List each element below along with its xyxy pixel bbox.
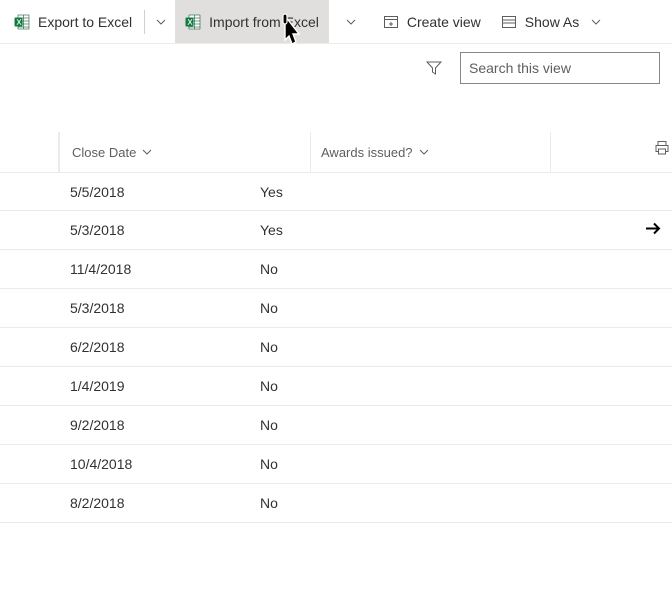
cell-close-date: 5/5/2018 [0,184,250,200]
export-label: Export to Excel [38,14,132,30]
column-headers: Close Date Awards issued? [0,132,672,172]
cell-close-date: 10/4/2018 [0,456,250,472]
chevron-down-icon [346,17,356,27]
open-record-arrow-icon[interactable] [644,220,662,241]
cell-awards-issued: Yes [250,222,490,238]
data-grid: Close Date Awards issued? 5/5/2018Yes5/3… [0,132,672,523]
cell-awards-issued: No [250,339,490,355]
table-row[interactable]: 1/4/2019No [0,367,672,406]
print-icon[interactable] [654,140,670,159]
cell-awards-issued: No [250,300,490,316]
search-input[interactable] [469,60,650,76]
import-dropdown-button[interactable] [337,0,365,43]
table-row[interactable]: 6/2/2018No [0,328,672,367]
export-dropdown-button[interactable] [147,0,175,43]
table-row[interactable]: 11/4/2018No [0,250,672,289]
create-view-icon [383,14,399,30]
show-as-label: Show As [525,14,579,30]
column-label: Close Date [72,145,136,160]
search-row [0,44,672,92]
import-label: Import from Excel [209,14,319,30]
cell-close-date: 6/2/2018 [0,339,250,355]
excel-icon [185,14,201,30]
cell-awards-issued: No [250,456,490,472]
table-row[interactable]: 10/4/2018No [0,445,672,484]
cell-close-date: 9/2/2018 [0,417,250,433]
chevron-down-icon [591,17,601,27]
cell-awards-issued: No [250,261,490,277]
command-bar: Export to Excel Import from Excel Create [0,0,672,44]
row-selector-header [0,132,59,172]
grid-body: 5/5/2018Yes5/3/2018Yes11/4/2018No5/3/201… [0,172,672,523]
import-from-excel-button[interactable]: Import from Excel [175,0,329,43]
search-box[interactable] [460,52,660,84]
chevron-down-icon [142,147,152,157]
column-header-close-date[interactable]: Close Date [59,132,310,172]
cell-awards-issued: No [250,495,490,511]
table-row[interactable]: 5/3/2018Yes [0,211,672,250]
show-as-button[interactable]: Show As [491,0,611,43]
excel-icon [14,14,30,30]
separator [144,10,145,34]
cell-close-date: 11/4/2018 [0,261,250,277]
cell-close-date: 1/4/2019 [0,378,250,394]
column-label: Awards issued? [321,145,413,160]
chevron-down-icon [156,17,166,27]
table-row[interactable]: 5/3/2018No [0,289,672,328]
filter-icon [426,60,442,76]
chevron-down-icon [419,147,429,157]
export-to-excel-button[interactable]: Export to Excel [4,0,142,43]
cell-awards-issued: No [250,378,490,394]
cell-awards-issued: No [250,417,490,433]
filter-button[interactable] [418,52,450,84]
cell-close-date: 5/3/2018 [0,222,250,238]
create-view-button[interactable]: Create view [373,0,491,43]
show-as-icon [501,14,517,30]
table-row[interactable]: 9/2/2018No [0,406,672,445]
cell-awards-issued: Yes [250,184,490,200]
create-view-label: Create view [407,14,481,30]
column-header-awards-issued[interactable]: Awards issued? [310,132,550,172]
table-row[interactable]: 8/2/2018No [0,484,672,523]
cell-close-date: 8/2/2018 [0,495,250,511]
cell-close-date: 5/3/2018 [0,300,250,316]
table-row[interactable]: 5/5/2018Yes [0,172,672,211]
